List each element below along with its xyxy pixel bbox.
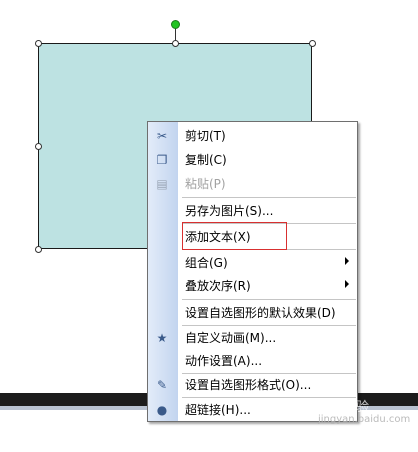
resize-handle-top-right[interactable] <box>309 40 316 47</box>
menu-separator <box>182 325 356 326</box>
menu-item-paste[interactable]: ▤ 粘贴(P) <box>148 173 357 195</box>
menu-item-copy[interactable]: ❐ 复制(C) <box>148 149 357 171</box>
menu-item-order[interactable]: 叠放次序(R) <box>148 275 357 297</box>
resize-handle-bottom-left[interactable] <box>35 246 42 253</box>
menu-item-set-default-effect[interactable]: 设置自选图形的默认效果(D) <box>148 302 357 324</box>
menu-item-label: 超链接(H)... <box>185 403 251 417</box>
menu-separator <box>182 299 356 300</box>
menu-item-label: 粘贴(P) <box>185 177 226 191</box>
scissors-icon: ✂ <box>156 129 168 143</box>
menu-item-format-shape[interactable]: ✎ 设置自选图形格式(O)... <box>148 374 357 396</box>
resize-handle-top-left[interactable] <box>35 40 42 47</box>
menu-item-label: 剪切(T) <box>185 129 226 143</box>
context-menu: ✂ 剪切(T) ❐ 复制(C) ▤ 粘贴(P) 另存为图片(S)... 添加文本… <box>147 121 358 422</box>
menu-item-label: 组合(G) <box>185 256 228 270</box>
menu-item-label: 设置自选图形的默认效果(D) <box>185 306 336 320</box>
paste-icon: ▤ <box>156 177 168 191</box>
menu-item-label: 另存为图片(S)... <box>185 204 274 218</box>
hyperlink-icon: ● <box>156 403 168 417</box>
format-shape-icon: ✎ <box>156 378 168 392</box>
menu-item-label: 自定义动画(M)... <box>185 331 277 345</box>
annotation-highlight-box <box>182 222 287 250</box>
menu-separator <box>182 197 356 198</box>
resize-handle-top[interactable] <box>172 40 179 47</box>
submenu-arrow-icon <box>345 257 349 265</box>
menu-item-custom-animation[interactable]: ★ 自定义动画(M)... <box>148 327 357 349</box>
resize-handle-left[interactable] <box>35 143 42 150</box>
menu-item-label: 复制(C) <box>185 153 227 167</box>
submenu-arrow-icon <box>345 280 349 288</box>
menu-item-action-settings[interactable]: 动作设置(A)... <box>148 350 357 372</box>
watermark-logo: Baidu经验 <box>306 400 369 415</box>
menu-item-label: 动作设置(A)... <box>185 354 263 368</box>
rotation-handle[interactable] <box>171 20 180 29</box>
copy-icon: ❐ <box>156 153 168 167</box>
menu-item-group[interactable]: 组合(G) <box>148 252 357 274</box>
custom-animation-icon: ★ <box>156 331 168 345</box>
menu-item-save-as-picture[interactable]: 另存为图片(S)... <box>148 200 357 222</box>
menu-item-label: 叠放次序(R) <box>185 279 251 293</box>
menu-item-label: 设置自选图形格式(O)... <box>185 378 312 392</box>
watermark-url: jingyan.baidu.com <box>318 414 411 425</box>
menu-item-cut[interactable]: ✂ 剪切(T) <box>148 125 357 147</box>
